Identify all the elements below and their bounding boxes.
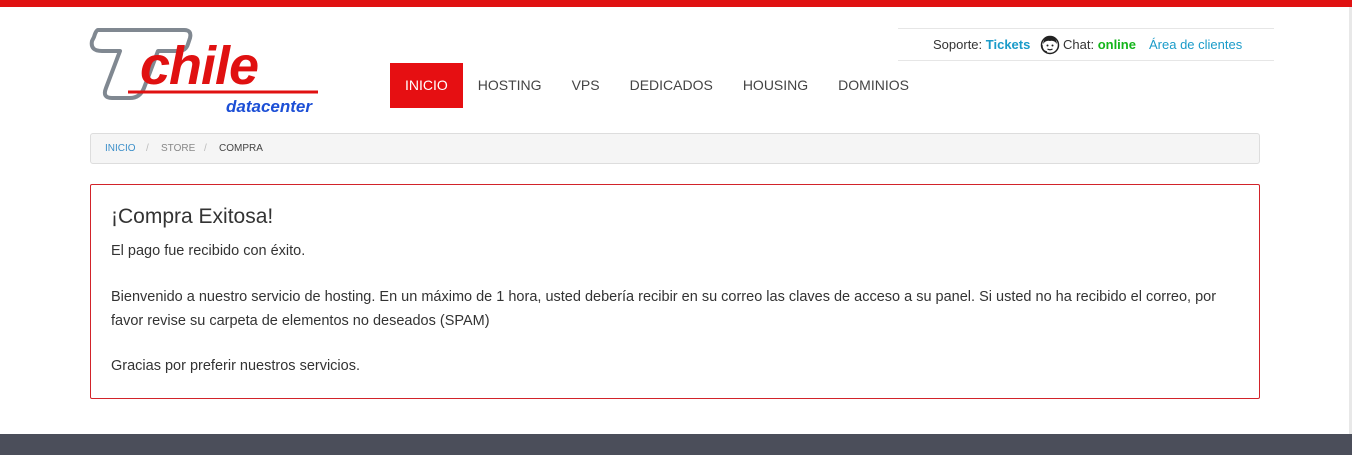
nav-item-dedicados[interactable]: DEDICADOS xyxy=(615,63,728,108)
support-info: Soporte: Tickets xyxy=(933,29,1030,60)
chat-status: Chat: online xyxy=(1063,29,1136,60)
payment-received-text: El pago fue recibido con éxito. xyxy=(111,243,306,259)
chat-online-link[interactable]: online xyxy=(1098,37,1136,52)
support-label: Soporte: xyxy=(933,37,986,52)
top-accent-bar xyxy=(0,0,1352,7)
support-bar: Soporte: Tickets Chat: online Área de cl… xyxy=(898,28,1274,61)
breadcrumb-store[interactable]: STORE xyxy=(161,134,195,163)
breadcrumb-inicio[interactable]: INICIO xyxy=(105,134,136,163)
breadcrumb-separator: / xyxy=(146,143,149,154)
nav-item-dominios[interactable]: DOMINIOS xyxy=(823,63,924,108)
nav-item-vps[interactable]: VPS xyxy=(557,63,615,108)
welcome-text: Bienvenido a nuestro servicio de hosting… xyxy=(111,289,1217,329)
tchile-logo[interactable]: chile datacenter xyxy=(88,24,328,120)
operator-headset-icon xyxy=(1040,35,1060,55)
client-area-link[interactable]: Área de clientes xyxy=(1149,29,1242,60)
logo-sub-text: datacenter xyxy=(226,97,313,116)
footer xyxy=(0,434,1352,455)
success-panel: ¡Compra Exitosa! El pago fue recibido co… xyxy=(90,184,1260,399)
nav-item-inicio[interactable]: INICIO xyxy=(390,63,463,108)
panel-title: ¡Compra Exitosa! xyxy=(111,205,274,228)
tickets-link[interactable]: Tickets xyxy=(986,37,1031,52)
breadcrumb-separator: / xyxy=(204,143,207,154)
breadcrumb: INICIO / STORE / COMPRA xyxy=(90,133,1260,164)
nav-item-hosting[interactable]: HOSTING xyxy=(463,63,557,108)
nav-item-housing[interactable]: HOUSING xyxy=(728,63,823,108)
logo-brand-text: chile xyxy=(140,36,258,96)
main-nav: INICIO HOSTING VPS DEDICADOS HOUSING DOM… xyxy=(390,63,924,108)
thanks-text: Gracias por preferir nuestros servicios. xyxy=(111,358,360,374)
breadcrumb-compra: COMPRA xyxy=(219,143,263,154)
chat-label: Chat: xyxy=(1063,37,1098,52)
